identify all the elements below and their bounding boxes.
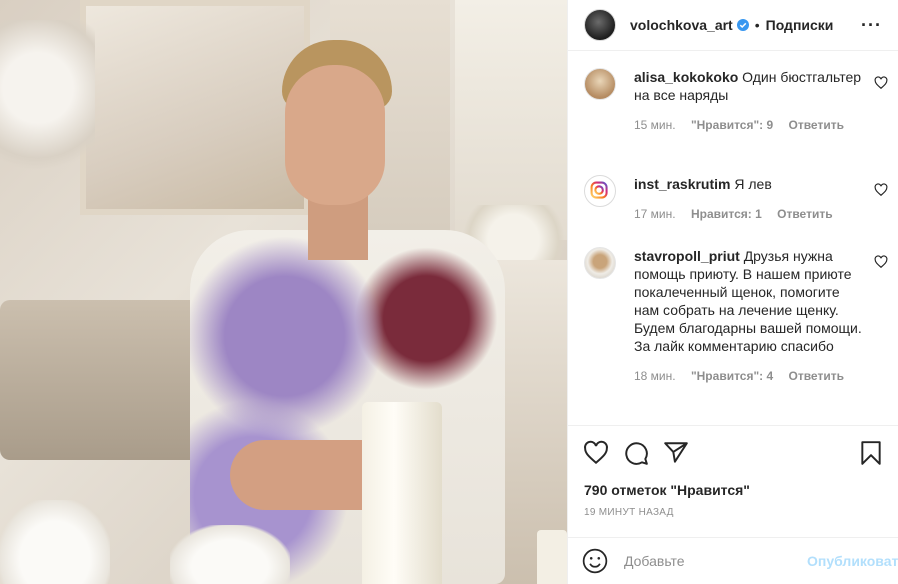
- save-bookmark-icon[interactable]: [858, 440, 884, 466]
- comment-bubble-icon[interactable]: [623, 440, 649, 466]
- comment-body: inst_raskrutim Я лев 17 мин. Нравится: 1…: [634, 175, 866, 223]
- photo-angel-left: [0, 500, 110, 584]
- comment-username[interactable]: alisa_kokokoko: [634, 69, 738, 85]
- post-actions-bar: [568, 425, 898, 478]
- instagram-post: volochkova_art • Подписки ··· alisa_koko…: [0, 0, 898, 584]
- comment-heart-icon[interactable]: [874, 183, 888, 197]
- share-paper-plane-icon[interactable]: [663, 440, 689, 466]
- comment-body: stavropoll_priut Друзья нужна помощь при…: [634, 247, 866, 385]
- comment-reply-button[interactable]: Ответить: [789, 369, 844, 383]
- comment-meta: 17 мин. Нравится: 1 Ответить: [634, 205, 866, 223]
- comment-meta: 18 мин. "Нравится": 4 Ответить: [634, 367, 866, 385]
- photo-flowers-left: [0, 20, 95, 190]
- photo-face: [285, 65, 385, 205]
- comment-avatar[interactable]: [584, 68, 616, 100]
- post-photo[interactable]: [0, 0, 567, 584]
- comment-heart-icon[interactable]: [874, 76, 888, 90]
- photo-candle: [362, 402, 442, 584]
- verified-badge-icon: [736, 19, 749, 31]
- author-username[interactable]: volochkova_art: [630, 17, 733, 33]
- like-heart-icon[interactable]: [583, 440, 609, 466]
- photo-candle-small: [537, 530, 567, 584]
- comment-item: stavropoll_priut Друзья нужна помощь при…: [568, 247, 898, 385]
- comment-item: alisa_kokokoko Один бюстгальтер на все н…: [568, 68, 898, 134]
- comment-meta: 15 мин. "Нравится": 9 Ответить: [634, 116, 866, 134]
- following-button[interactable]: Подписки: [766, 17, 834, 33]
- comment-username[interactable]: stavropoll_priut: [634, 248, 740, 264]
- comment-reply-button[interactable]: Ответить: [789, 118, 844, 132]
- post-header: volochkova_art • Подписки ···: [568, 0, 898, 51]
- comment-reply-button[interactable]: Ответить: [777, 207, 832, 221]
- post-side-panel: volochkova_art • Подписки ··· alisa_koko…: [567, 0, 898, 584]
- comment-item: inst_raskrutim Я лев 17 мин. Нравится: 1…: [568, 175, 898, 223]
- comment-likes[interactable]: "Нравится": 4: [691, 369, 773, 383]
- author-avatar[interactable]: [584, 9, 616, 41]
- comment-likes[interactable]: Нравится: 1: [691, 207, 762, 221]
- comment-likes[interactable]: "Нравится": 9: [691, 118, 773, 132]
- comment-time[interactable]: 17 мин.: [634, 207, 676, 221]
- comment-avatar[interactable]: [584, 175, 616, 207]
- emoji-smile-icon[interactable]: [582, 548, 608, 574]
- likes-count[interactable]: 790 отметок "Нравится": [584, 482, 750, 498]
- add-comment-bar: Опубликовать: [568, 537, 898, 584]
- comment-heart-icon[interactable]: [874, 255, 888, 269]
- comments-list: alisa_kokokoko Один бюстгальтер на все н…: [568, 51, 898, 425]
- comment-text: Я лев: [734, 176, 772, 192]
- photo-sofa: [0, 300, 200, 460]
- comment-body: alisa_kokokoko Один бюстгальтер на все н…: [634, 68, 866, 134]
- photo-angel-center: [170, 525, 290, 584]
- more-options-icon[interactable]: ···: [861, 15, 882, 36]
- comment-avatar[interactable]: [584, 247, 616, 279]
- publish-button[interactable]: Опубликовать: [807, 553, 898, 569]
- instagram-logo-icon: [590, 181, 608, 199]
- comment-username[interactable]: inst_raskrutim: [634, 176, 730, 192]
- comment-time[interactable]: 15 мин.: [634, 118, 676, 132]
- add-comment-input[interactable]: [622, 552, 807, 570]
- photo-person: [190, 40, 530, 584]
- comment-time[interactable]: 18 мин.: [634, 369, 676, 383]
- post-timestamp[interactable]: 19 МИНУТ НАЗАД: [584, 507, 674, 518]
- header-separator: •: [754, 17, 760, 33]
